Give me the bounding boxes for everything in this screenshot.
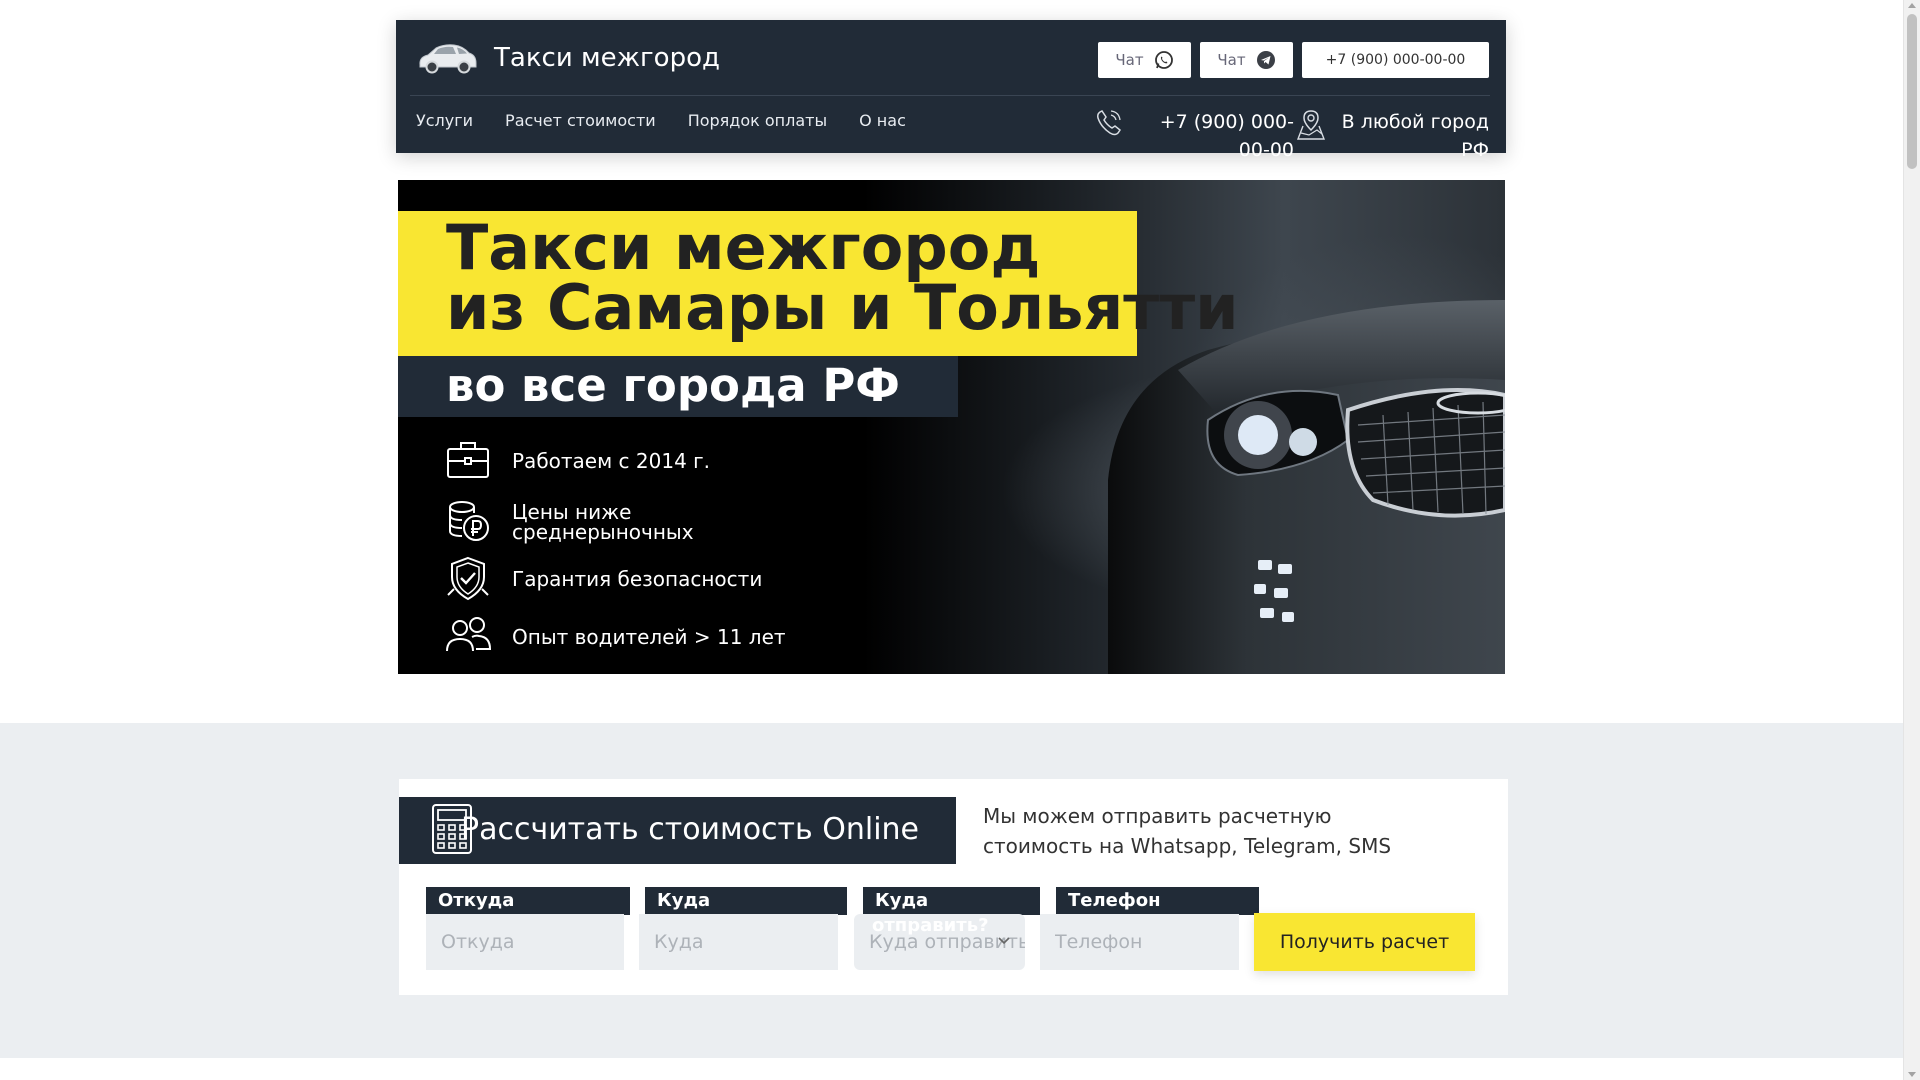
hero-heading: Такси межгород из Самары и Тольятти [446,211,1239,344]
whatsapp-icon [1154,51,1173,69]
feature-label: Гарантия безопасности [512,567,763,591]
map-pin-icon [1296,110,1326,140]
header-divider [410,95,1490,96]
feature-item: Гарантия безопасности [444,555,804,603]
feature-label: Работаем с 2014 г. [512,449,711,473]
calc-description: Мы можем отправить расчетную стоимость н… [983,804,1392,858]
hero-subheading: во все города РФ [446,359,900,412]
nav-item-price-calc[interactable]: Расчет стоимости [505,111,656,130]
to-field-label: Куда [645,887,847,915]
calc-title: Рассчитать стоимость Online [461,812,919,847]
phone-call-button[interactable]: +7 (900) 000-00-00 [1302,42,1489,78]
car-logo-icon [419,44,477,74]
main-nav: Услуги Расчет стоимости Порядок оплаты О… [416,111,906,130]
telegram-icon [1256,51,1275,69]
header-city: В любой город РФ [1295,108,1489,164]
get-quote-button[interactable]: Получить расчет [1254,913,1475,971]
to-input[interactable] [639,914,838,970]
calc-title-bar: Рассчитать стоимость Online [399,797,956,864]
nav-item-payment[interactable]: Порядок оплаты [688,111,827,130]
chevron-down-icon [998,937,1010,945]
header-phone[interactable]: +7 (900) 000-00-00 [1094,108,1294,164]
from-input[interactable] [426,914,624,970]
from-field-label: Откуда [426,887,630,915]
send-method-label: Куда [863,887,1040,915]
site-header: Такси межгород Чат Чат +7 (900) 000-00-0… [396,20,1506,161]
nav-item-about[interactable]: О нас [859,111,906,130]
phone-icon [1097,110,1122,136]
hero-heading-line2: из Самары и Тольятти [446,271,1239,344]
whatsapp-chat-button[interactable]: Чат [1098,42,1191,78]
briefcase-icon [447,442,489,478]
feature-item: Опыт водителей > 11 лет [444,613,804,661]
telegram-chat-label: Чат [1217,51,1246,69]
hero-banner: Такси межгород из Самары и Тольятти во в… [398,180,1505,674]
header-city-text: В любой город РФ [1341,111,1489,161]
scroll-up-arrow-icon[interactable] [1908,3,1916,8]
scrollbar-thumb[interactable] [1907,14,1917,169]
calc-form-card: Рассчитать стоимость Online Мы можем отп… [399,779,1508,995]
phone-button-label: +7 (900) 000-00-00 [1325,52,1466,68]
feature-item: Работаем с 2014 г. [444,437,804,485]
scroll-down-arrow-icon[interactable] [1908,1072,1916,1077]
feature-label: Цены ниже среднерыночных [512,500,694,544]
whatsapp-chat-label: Чат [1115,51,1144,69]
coins-ruble-icon [449,501,489,541]
users-icon [446,617,492,652]
brand[interactable]: Такси межгород [416,38,720,78]
page-scrollbar[interactable] [1903,0,1920,1080]
feature-label: Опыт водителей > 11 лет [512,625,786,649]
telegram-chat-button[interactable]: Чат [1200,42,1293,78]
feature-item: Цены ниже среднерыночных [444,498,804,546]
hero-heading-line1: Такси межгород [446,211,1041,284]
brand-title: Такси межгород [494,43,720,73]
phone-field-label: Телефон [1056,887,1259,915]
send-method-label-overflow: отправить? [872,915,989,936]
header-phone-number: +7 (900) 000-00-00 [1159,111,1294,161]
shield-check-icon [447,556,489,601]
phone-input[interactable] [1040,914,1239,970]
nav-item-services[interactable]: Услуги [416,111,473,130]
